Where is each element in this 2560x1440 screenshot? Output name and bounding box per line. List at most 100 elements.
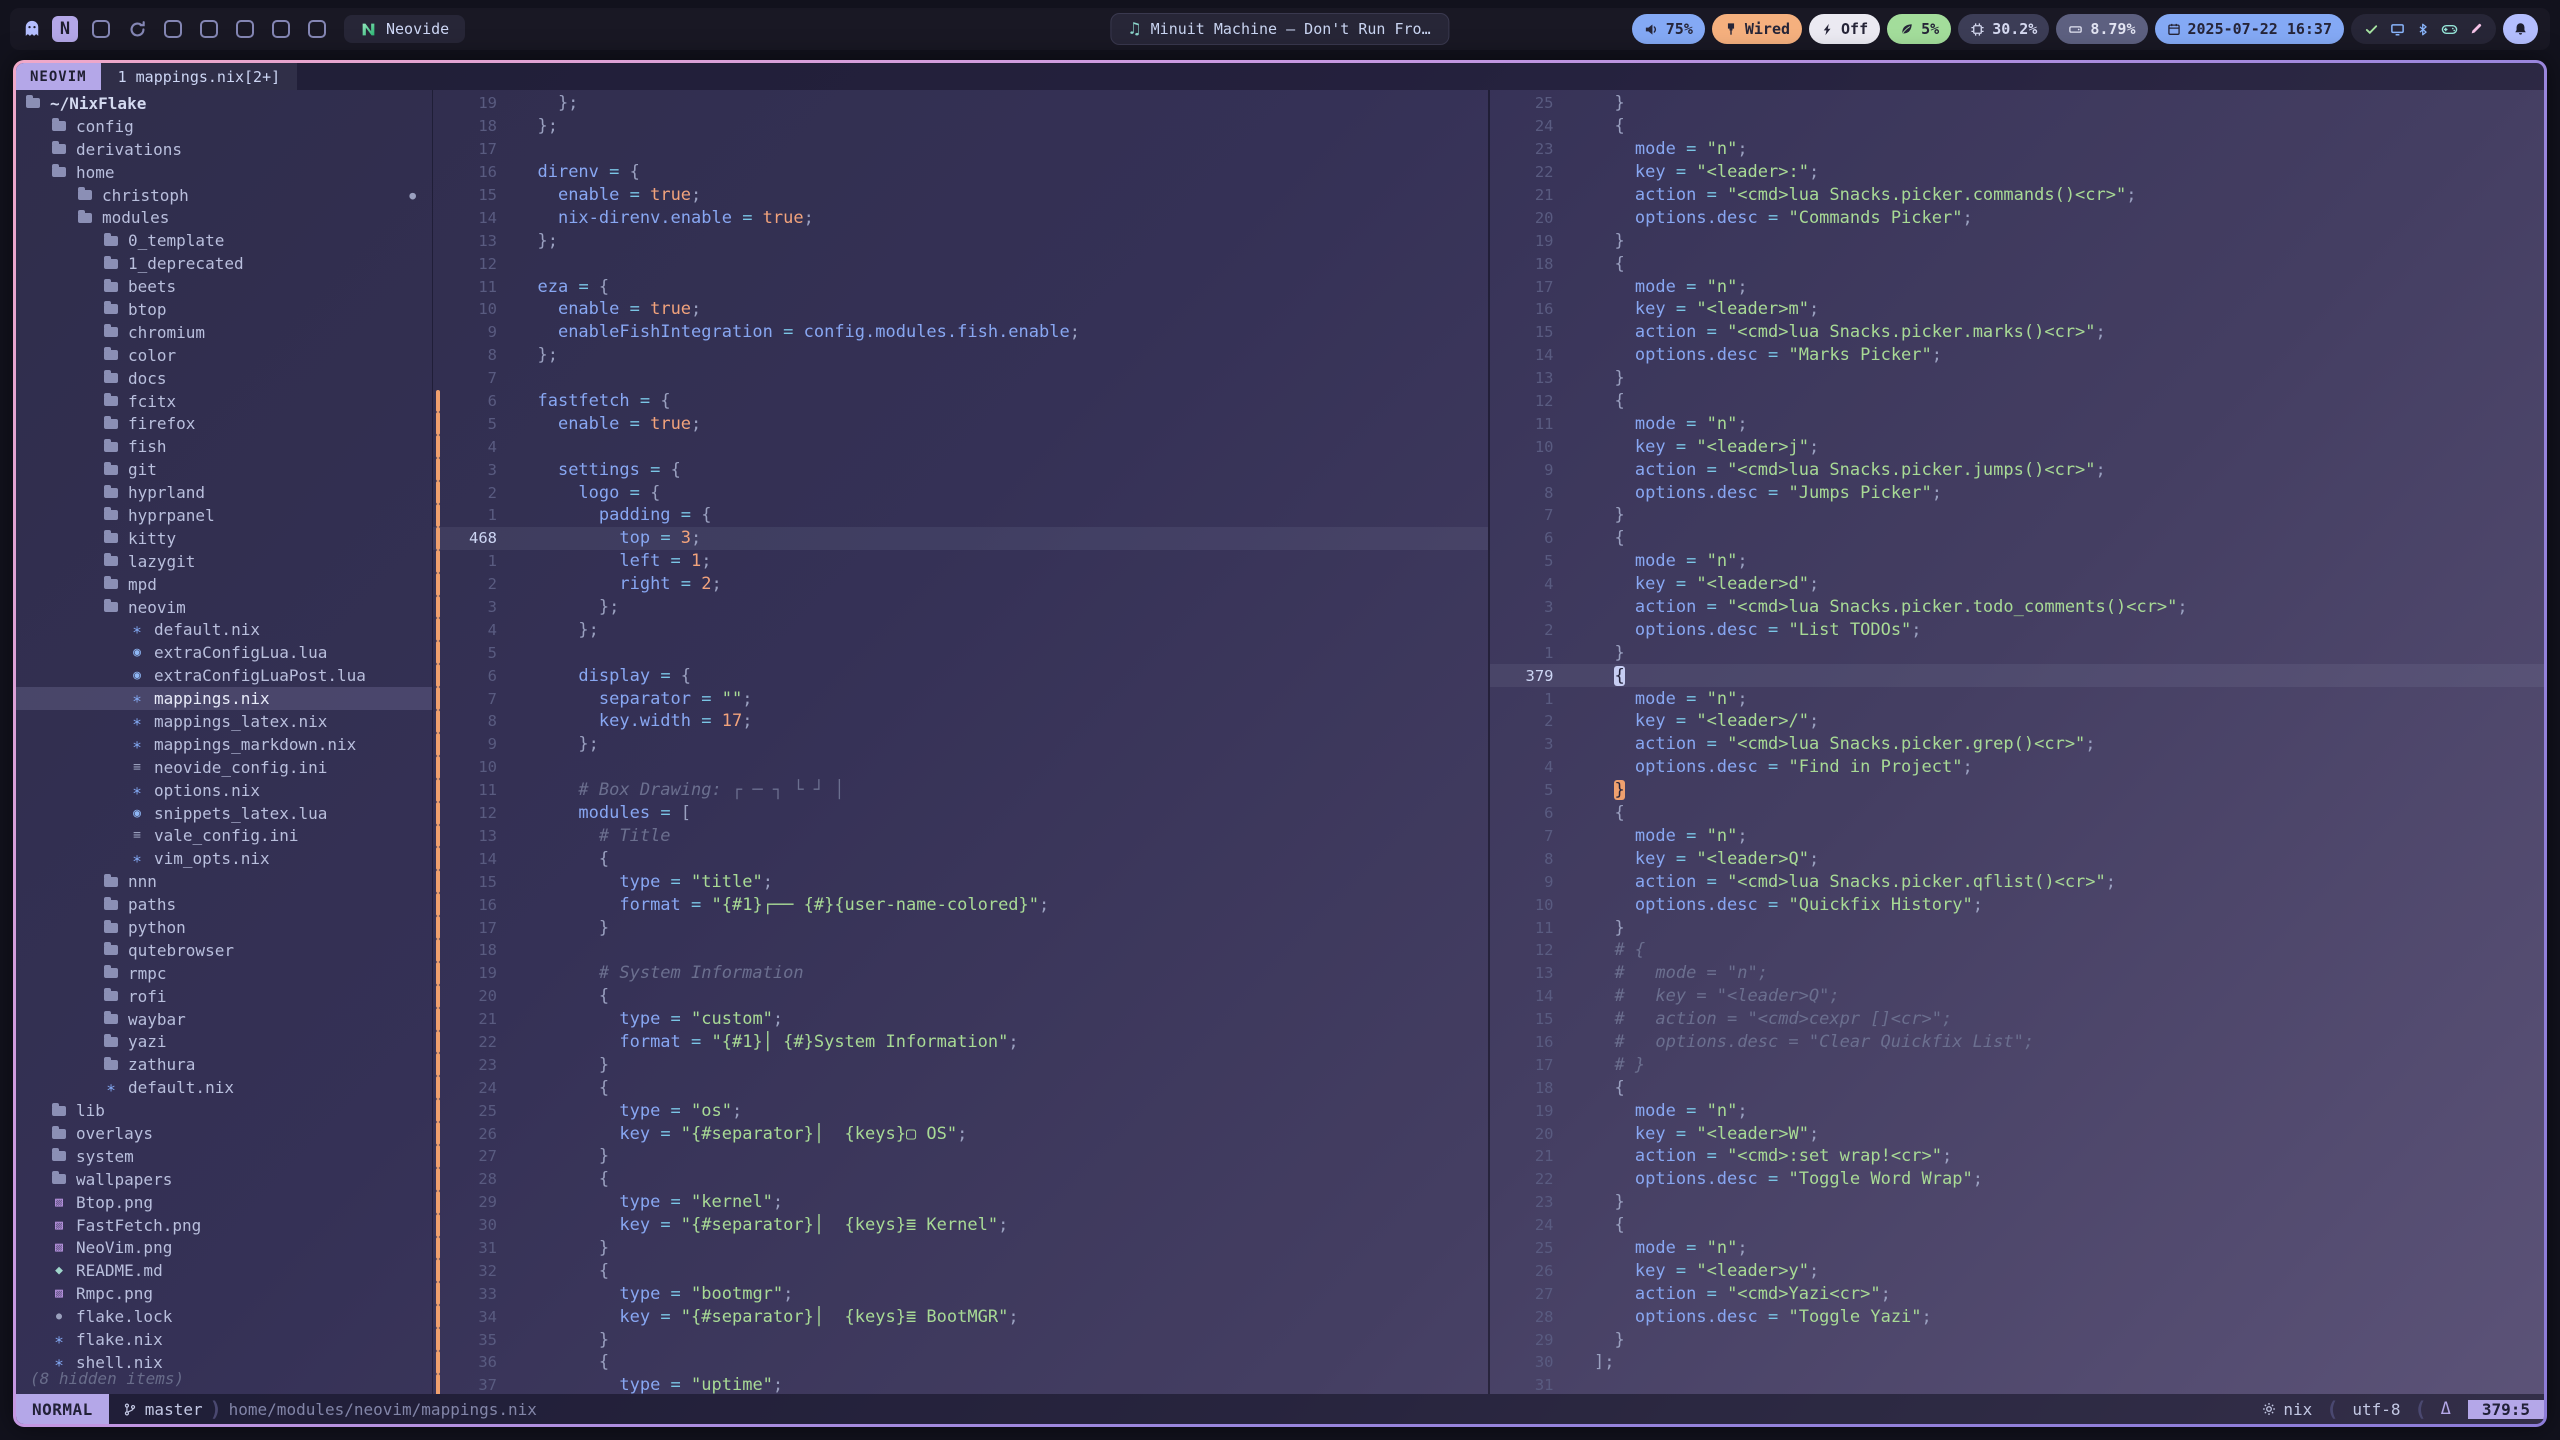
tree-item-lazygit[interactable]: lazygit xyxy=(16,550,432,573)
code-line[interactable]: 12 # { xyxy=(1490,939,2545,962)
tree-item-btop.png[interactable]: ▨Btop.png xyxy=(16,1191,432,1214)
code-line[interactable]: 9 enableFishIntegration = config.modules… xyxy=(433,321,1488,344)
code-line[interactable]: 23 mode = "n"; xyxy=(1490,138,2545,161)
tree-item-system[interactable]: system xyxy=(16,1145,432,1168)
code-line[interactable]: 7 separator = ""; xyxy=(433,687,1488,710)
code-line[interactable]: 17 # } xyxy=(1490,1053,2545,1076)
tree-item-derivations[interactable]: derivations xyxy=(16,138,432,161)
tree-item-fish[interactable]: fish xyxy=(16,435,432,458)
code-line[interactable]: 14 options.desc = "Marks Picker"; xyxy=(1490,344,2545,367)
code-line[interactable]: 37 type = "uptime"; xyxy=(433,1374,1488,1394)
code-line[interactable]: 1 } xyxy=(1490,641,2545,664)
code-line[interactable]: 13 # mode = "n"; xyxy=(1490,962,2545,985)
tree-item-beets[interactable]: beets xyxy=(16,275,432,298)
code-line[interactable]: 468 top = 3; xyxy=(433,527,1488,550)
code-line[interactable]: 35 } xyxy=(433,1328,1488,1351)
code-line[interactable]: 1 mode = "n"; xyxy=(1490,687,2545,710)
workspace-tag[interactable] xyxy=(304,16,330,42)
code-line[interactable]: 14 { xyxy=(433,847,1488,870)
code-line[interactable]: 23 } xyxy=(1490,1191,2545,1214)
code-line[interactable]: 24 { xyxy=(1490,115,2545,138)
code-line[interactable]: 2 logo = { xyxy=(433,481,1488,504)
bluetooth-icon[interactable] xyxy=(2416,22,2430,37)
code-line[interactable]: 4 options.desc = "Find in Project"; xyxy=(1490,756,2545,779)
code-line[interactable]: 22 format = "{#1}│ {#}System Information… xyxy=(433,1031,1488,1054)
workspace-tag-refresh[interactable] xyxy=(124,16,150,42)
tree-item-vim_opts.nix[interactable]: ∗vim_opts.nix xyxy=(16,847,432,870)
code-line[interactable]: 15 type = "title"; xyxy=(433,870,1488,893)
code-line[interactable]: 11 } xyxy=(1490,916,2545,939)
tree-item-neovim[interactable]: neovim xyxy=(16,596,432,619)
code-line[interactable]: 18 }; xyxy=(433,115,1488,138)
code-line[interactable]: 9 action = "<cmd>lua Snacks.picker.qflis… xyxy=(1490,870,2545,893)
code-line[interactable]: 22 key = "<leader>:"; xyxy=(1490,161,2545,184)
code-line[interactable]: 1 left = 1; xyxy=(433,550,1488,573)
launcher-icon[interactable] xyxy=(22,19,42,39)
code-line[interactable]: 11 # Box Drawing: ┌ ─ ┐ └ ┘ │ xyxy=(433,779,1488,802)
editor-pane-left[interactable]: 19 };18 };1716 direnv = {15 enable = tru… xyxy=(433,90,1488,1394)
code-line[interactable]: 6 fastfetch = { xyxy=(433,390,1488,413)
code-line[interactable]: 19 # System Information xyxy=(433,962,1488,985)
code-line[interactable]: 2 right = 2; xyxy=(433,573,1488,596)
code-line[interactable]: 18 { xyxy=(1490,252,2545,275)
tree-item-mappings_markdown.nix[interactable]: ∗mappings_markdown.nix xyxy=(16,733,432,756)
code-line[interactable]: 5 xyxy=(433,641,1488,664)
clock-widget[interactable]: 2025-07-22 16:37 xyxy=(2155,14,2345,44)
tree-item-config[interactable]: config xyxy=(16,115,432,138)
tree-item-docs[interactable]: docs xyxy=(16,367,432,390)
tab-mappings-nix[interactable]: 1 mappings.nix[2+] xyxy=(101,63,298,90)
code-line[interactable]: 19 } xyxy=(1490,229,2545,252)
tree-item-flake.nix[interactable]: ∗flake.nix xyxy=(16,1328,432,1351)
tree-item-readme.md[interactable]: ◆README.md xyxy=(16,1259,432,1282)
code-line[interactable]: 8 key = "<leader>Q"; xyxy=(1490,847,2545,870)
code-line[interactable]: 2 options.desc = "List TODOs"; xyxy=(1490,618,2545,641)
code-line[interactable]: 9 }; xyxy=(433,733,1488,756)
code-line[interactable]: 20 { xyxy=(433,985,1488,1008)
code-line[interactable]: 8 options.desc = "Jumps Picker"; xyxy=(1490,481,2545,504)
code-line[interactable]: 26 key = "<leader>y"; xyxy=(1490,1259,2545,1282)
code-line[interactable]: 32 { xyxy=(433,1259,1488,1282)
code-line[interactable]: 16 direnv = { xyxy=(433,161,1488,184)
code-line[interactable]: 26 key = "{#separator}│ {keys}▢ OS"; xyxy=(433,1122,1488,1145)
code-line[interactable]: 10 xyxy=(433,756,1488,779)
code-line[interactable]: 4 key = "<leader>d"; xyxy=(1490,573,2545,596)
code-line[interactable]: 34 key = "{#separator}│ {keys}≣ BootMGR"… xyxy=(433,1305,1488,1328)
code-line[interactable]: 25 } xyxy=(1490,92,2545,115)
code-line[interactable]: 16 key = "<leader>m"; xyxy=(1490,298,2545,321)
code-line[interactable]: 25 mode = "n"; xyxy=(1490,1237,2545,1260)
tree-item-btop[interactable]: btop xyxy=(16,298,432,321)
tree-item-home[interactable]: home xyxy=(16,161,432,184)
tree-item-0_template[interactable]: 0_template xyxy=(16,229,432,252)
code-line[interactable]: 31 } xyxy=(433,1237,1488,1260)
code-line[interactable]: 17 xyxy=(433,138,1488,161)
tree-item-firefox[interactable]: firefox xyxy=(16,412,432,435)
code-line[interactable]: 20 key = "<leader>W"; xyxy=(1490,1122,2545,1145)
code-line[interactable]: 11 eza = { xyxy=(433,275,1488,298)
tree-item-flake.lock[interactable]: ●flake.lock xyxy=(16,1305,432,1328)
tree-item-neovide_config.ini[interactable]: ≡neovide_config.ini xyxy=(16,756,432,779)
code-line[interactable]: 10 enable = true; xyxy=(433,298,1488,321)
code-line[interactable]: 13 }; xyxy=(433,229,1488,252)
tree-item-options.nix[interactable]: ∗options.nix xyxy=(16,779,432,802)
tree-item-wallpapers[interactable]: wallpapers xyxy=(16,1168,432,1191)
volume-widget[interactable]: 75% xyxy=(1632,14,1705,44)
code-line[interactable]: 13 # Title xyxy=(433,825,1488,848)
code-line[interactable]: 3 }; xyxy=(433,596,1488,619)
network-widget[interactable]: Wired xyxy=(1712,14,1802,44)
disk-widget[interactable]: 8.79% xyxy=(2056,14,2147,44)
tree-item-extraconfigluapost.lua[interactable]: ◉extraConfigLuaPost.lua xyxy=(16,664,432,687)
editor-pane-right[interactable]: 25 }24 {23 mode = "n";22 key = "<leader>… xyxy=(1490,90,2545,1394)
tree-item-default.nix[interactable]: ∗default.nix xyxy=(16,618,432,641)
tree-item-mpd[interactable]: mpd xyxy=(16,573,432,596)
code-line[interactable]: 10 options.desc = "Quickfix History"; xyxy=(1490,893,2545,916)
memory-widget[interactable]: 30.2% xyxy=(1958,14,2049,44)
workspace-tag[interactable] xyxy=(232,16,258,42)
code-line[interactable]: 12 { xyxy=(1490,390,2545,413)
code-line[interactable]: 1 padding = { xyxy=(433,504,1488,527)
code-line[interactable]: 14 nix-direnv.enable = true; xyxy=(433,206,1488,229)
tree-item-hyprland[interactable]: hyprland xyxy=(16,481,432,504)
tree-item-snippets_latex.lua[interactable]: ◉snippets_latex.lua xyxy=(16,802,432,825)
code-line[interactable]: 15 # action = "<cmd>cexpr []<cr>"; xyxy=(1490,1008,2545,1031)
code-line[interactable]: 6 { xyxy=(1490,802,2545,825)
tree-item-mappings.nix[interactable]: ∗mappings.nix xyxy=(16,687,432,710)
